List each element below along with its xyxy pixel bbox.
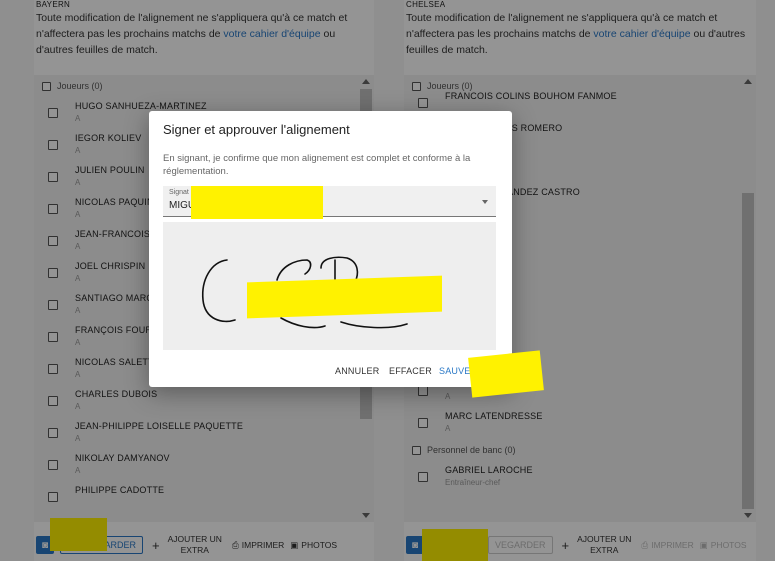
- dialog-title: Signer et approuver l'alignement: [163, 122, 350, 137]
- sign-lineup-dialog: Signer et approuver l'alignement En sign…: [149, 111, 512, 387]
- save-signature-button[interactable]: SAUVE: [439, 366, 471, 376]
- signature-pad[interactable]: [163, 222, 496, 350]
- dialog-actions: ANNULER EFFACER SAUVE: [149, 355, 512, 387]
- cancel-button[interactable]: ANNULER: [335, 366, 379, 376]
- dialog-description: En signant, je confirme que mon aligneme…: [163, 153, 471, 177]
- select-label: Signat: [169, 189, 189, 196]
- redaction-box: [247, 275, 442, 319]
- clear-button[interactable]: EFFACER: [389, 366, 432, 376]
- chevron-down-icon: [482, 200, 488, 204]
- redaction-box: [191, 186, 323, 219]
- lineup-page: BAYERN Toute modification de l'alignemen…: [0, 0, 775, 561]
- redaction-box: [468, 350, 544, 398]
